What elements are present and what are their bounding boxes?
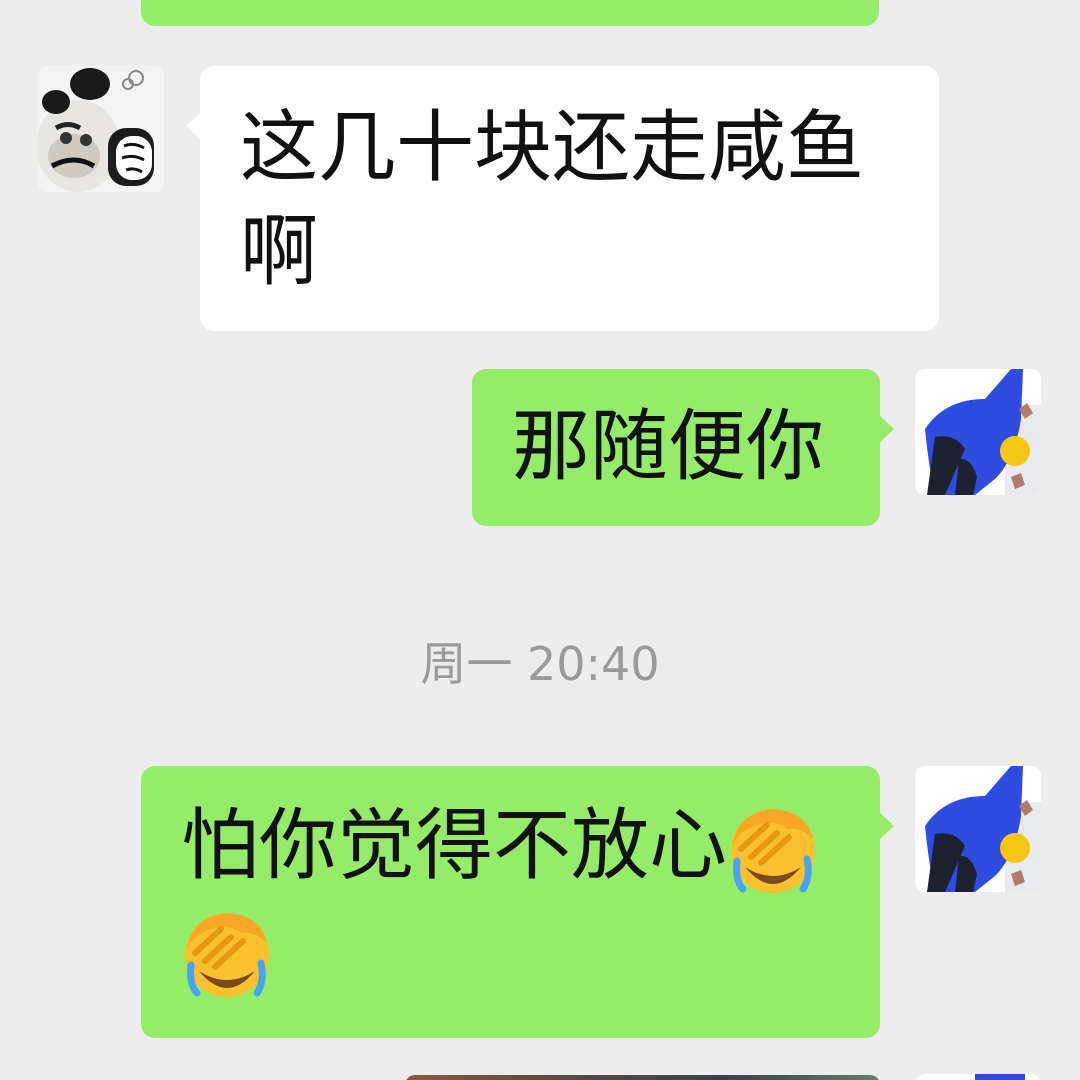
my-avatar[interactable] — [915, 369, 1041, 495]
bubble-tail — [879, 812, 894, 840]
my-avatar[interactable] — [915, 766, 1041, 892]
message-text-line — [181, 898, 840, 1002]
avatar-fragment — [975, 1074, 1025, 1080]
message-text-line: 啊 — [240, 207, 319, 297]
image-message-preview[interactable] — [405, 1075, 880, 1080]
incoming-message-bubble[interactable]: 这几十块还走咸鱼 啊 — [186, 66, 939, 331]
bubble-tail — [879, 415, 894, 443]
outgoing-message-bubble[interactable]: 怕你觉得不放心 — [141, 766, 894, 1038]
face-palm-crying-emoji-icon — [181, 909, 273, 1001]
message-text: 怕你觉得不放心 — [181, 801, 728, 891]
blue-figure-avatar-icon — [915, 766, 1041, 892]
chat-screen: 这几十块还走咸鱼 啊 那随便你 周一 20:40 怕你觉得不放心 — [0, 0, 1080, 1080]
blue-figure-avatar-icon — [915, 369, 1041, 495]
panda-meme-avatar-icon — [38, 66, 164, 192]
bubble-tail — [186, 112, 201, 140]
message-text: 那随便你 — [512, 402, 825, 492]
message-text-line: 怕你觉得不放心 — [181, 794, 840, 898]
face-palm-crying-emoji-icon — [727, 805, 819, 897]
message-timestamp: 周一 20:40 — [420, 637, 660, 691]
previous-message-bubble[interactable] — [141, 0, 879, 26]
my-avatar[interactable] — [915, 1074, 1041, 1080]
message-text-line: 这几十块还走咸鱼 — [240, 103, 865, 193]
contact-avatar[interactable] — [38, 66, 164, 192]
outgoing-message-bubble[interactable]: 那随便你 — [472, 369, 894, 526]
